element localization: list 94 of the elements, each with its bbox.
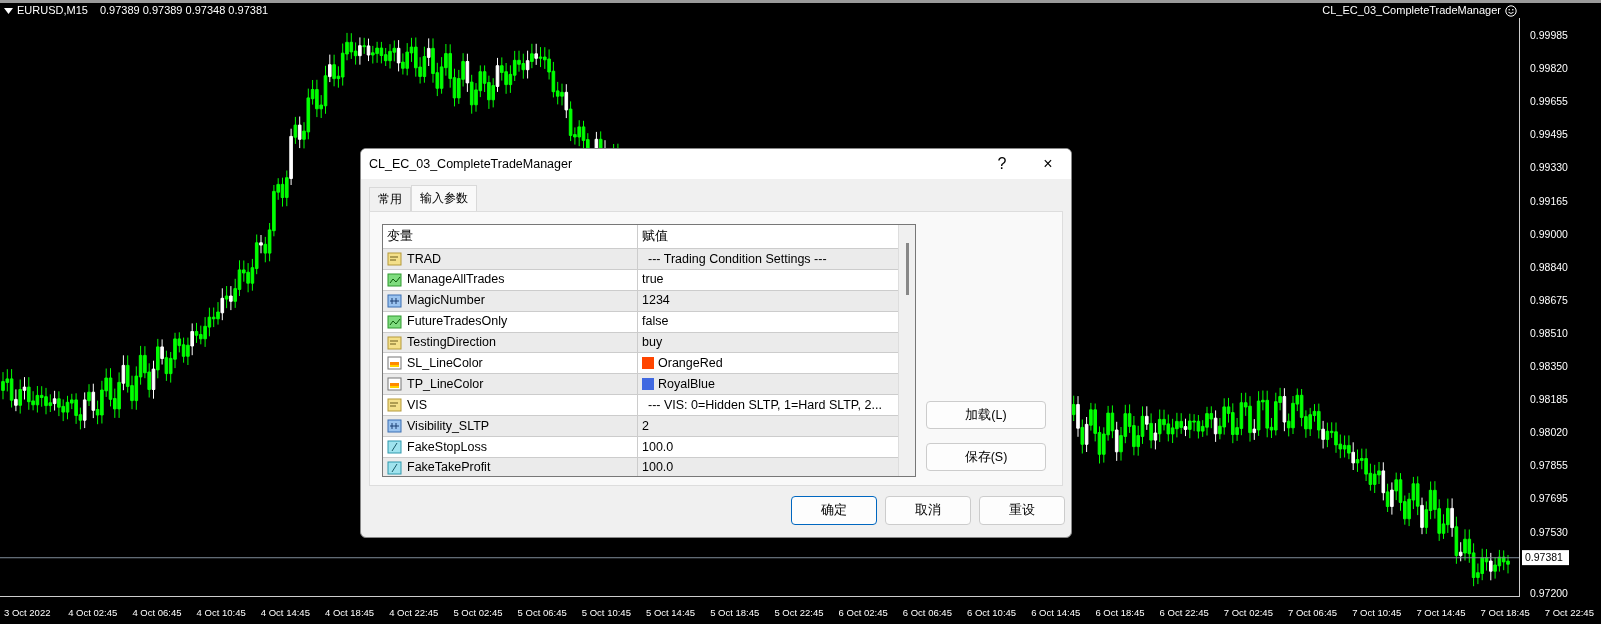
close-button[interactable]: × xyxy=(1025,149,1071,179)
parameter-name: VIS xyxy=(407,396,428,414)
price-label: 0.98020 xyxy=(1530,425,1568,441)
parameter-value: false xyxy=(642,313,669,331)
parameter-name: SL_LineColor xyxy=(407,355,483,372)
note-icon xyxy=(387,334,402,351)
time-label: 6 Oct 10:45 xyxy=(967,606,1017,620)
price-label: 0.99330 xyxy=(1530,160,1568,176)
parameter-value: --- Trading Condition Settings --- xyxy=(648,250,827,268)
time-label: 5 Oct 18:45 xyxy=(710,606,760,620)
parameter-value: 100.0 xyxy=(642,459,674,476)
tab[interactable]: 输入参数 xyxy=(411,185,477,211)
price-label: 0.97695 xyxy=(1530,491,1568,507)
parameter-name: FakeStopLoss xyxy=(407,438,487,456)
palette-icon xyxy=(387,376,402,393)
parameter-value: true xyxy=(642,271,664,289)
parameter-value: 100.0 xyxy=(642,438,674,456)
parameter-name: ManageAllTrades xyxy=(407,271,505,289)
parameter-name: TestingDirection xyxy=(407,334,496,352)
current-price-label: 0.97381 xyxy=(1522,549,1569,566)
parameter-name: FakeTakeProfit xyxy=(407,459,491,476)
dialog-button[interactable]: 取消 xyxy=(885,496,971,525)
price-label: 0.99000 xyxy=(1530,226,1568,242)
parameter-value: RoyalBlue xyxy=(658,375,715,393)
zigzag-icon xyxy=(387,313,402,330)
time-label: 6 Oct 14:45 xyxy=(1031,606,1081,620)
time-label: 5 Oct 06:45 xyxy=(517,606,567,620)
parameter-value: OrangeRed xyxy=(658,355,723,372)
time-label: 7 Oct 06:45 xyxy=(1288,606,1338,620)
price-label: 0.97200 xyxy=(1530,586,1568,602)
price-label: 0.97855 xyxy=(1530,458,1568,474)
parameter-value: buy xyxy=(642,334,663,352)
price-label: 0.98840 xyxy=(1530,259,1568,275)
price-label: 0.98510 xyxy=(1530,326,1568,341)
price-label: 0.97530 xyxy=(1530,524,1568,540)
price-label: 0.99495 xyxy=(1530,127,1568,143)
parameter-value: 2 xyxy=(642,417,649,435)
price-label: 0.99655 xyxy=(1530,94,1568,110)
parameter-name: FutureTradesOnly xyxy=(407,313,508,331)
fraction-icon xyxy=(387,459,402,476)
time-label: 5 Oct 10:45 xyxy=(581,606,631,620)
time-label: 4 Oct 22:45 xyxy=(389,606,439,620)
time-label: 7 Oct 22:45 xyxy=(1544,606,1594,620)
price-label: 0.99165 xyxy=(1530,193,1568,209)
column-header: 赋值 xyxy=(641,228,669,246)
expert-name: CL_EC_03_CompleteTradeManager xyxy=(1322,3,1501,19)
grid-icon xyxy=(387,418,402,435)
scrollbar[interactable] xyxy=(898,225,915,476)
note-icon xyxy=(387,397,402,414)
parameter-name: Visibility_SLTP xyxy=(407,417,490,435)
time-label: 6 Oct 22:45 xyxy=(1159,606,1209,620)
note-icon xyxy=(387,250,402,267)
time-label: 7 Oct 14:45 xyxy=(1416,606,1466,620)
zigzag-icon xyxy=(387,271,402,288)
parameter-name: TP_LineColor xyxy=(407,375,484,393)
parameter-value: --- VIS: 0=Hidden SLTP, 1=Hard SLTP, 2... xyxy=(648,396,882,414)
time-label: 4 Oct 14:45 xyxy=(260,606,310,620)
dropdown-icon[interactable] xyxy=(4,7,13,14)
quote-values: 0.97389 0.97389 0.97348 0.97381 xyxy=(99,3,269,19)
dialog-button[interactable]: 重设 xyxy=(979,496,1065,525)
parameter-value: 1234 xyxy=(642,292,670,310)
grid-icon xyxy=(387,292,402,309)
price-label: 0.98675 xyxy=(1530,292,1568,308)
time-label: 5 Oct 14:45 xyxy=(646,606,696,620)
time-label: 4 Oct 10:45 xyxy=(196,606,246,620)
time-label: 5 Oct 22:45 xyxy=(774,606,824,620)
parameter-name: MagicNumber xyxy=(407,292,485,310)
side-button[interactable]: 保存(S) xyxy=(926,443,1046,471)
palette-icon xyxy=(387,355,402,372)
time-label: 7 Oct 02:45 xyxy=(1223,606,1273,620)
price-label: 0.98185 xyxy=(1530,392,1568,408)
price-label: 0.99985 xyxy=(1530,28,1568,44)
time-label: 6 Oct 18:45 xyxy=(1095,606,1145,620)
time-label: 4 Oct 18:45 xyxy=(325,606,375,620)
time-label: 4 Oct 02:45 xyxy=(68,606,118,620)
parameter-name: TRAD xyxy=(407,250,442,268)
help-button[interactable]: ? xyxy=(979,149,1025,179)
time-label: 4 Oct 06:45 xyxy=(132,606,182,620)
fraction-icon xyxy=(387,438,402,455)
time-label: 7 Oct 18:45 xyxy=(1480,606,1530,620)
smiley-icon xyxy=(1505,4,1517,17)
price-label: 0.98350 xyxy=(1530,359,1568,375)
time-label: 7 Oct 10:45 xyxy=(1352,606,1402,620)
tab[interactable]: 常用 xyxy=(369,187,411,211)
time-label: 3 Oct 2022 xyxy=(4,606,51,620)
time-label: 5 Oct 02:45 xyxy=(453,606,503,620)
column-header: 变量 xyxy=(383,225,638,248)
side-button[interactable]: 加载(L) xyxy=(926,401,1046,429)
symbol-label: EURUSD,M15 xyxy=(17,3,88,19)
time-label: 6 Oct 02:45 xyxy=(838,606,888,620)
window-title: CL_EC_03_CompleteTradeManager xyxy=(369,155,574,173)
dialog-button[interactable]: 确定 xyxy=(791,496,877,525)
price-label: 0.99820 xyxy=(1530,61,1568,77)
time-label: 6 Oct 06:45 xyxy=(902,606,952,620)
